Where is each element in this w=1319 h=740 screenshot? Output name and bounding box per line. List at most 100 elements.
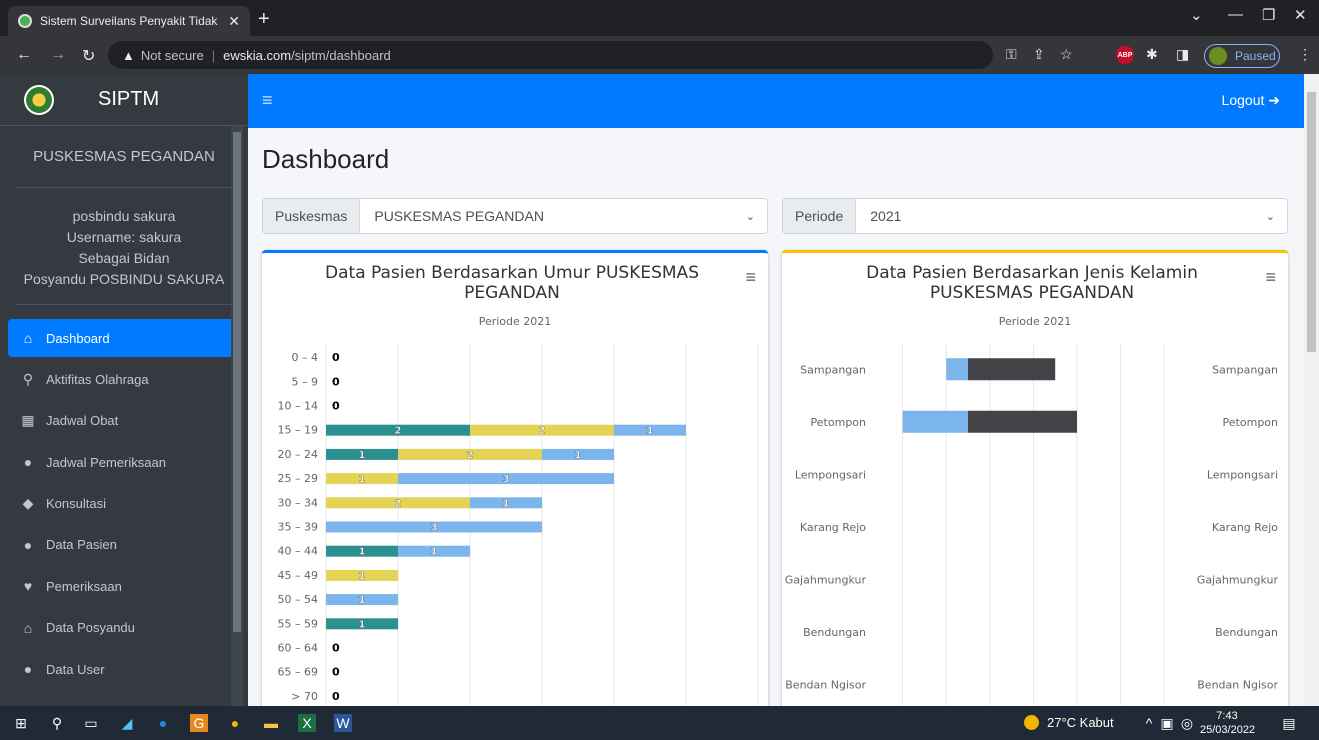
search-icon[interactable]: ⚲ bbox=[48, 714, 66, 732]
security-label: Not secure bbox=[140, 47, 204, 63]
sidebar-user-panel: posbindu sakura Username: sakura Sebagai… bbox=[16, 188, 232, 305]
data-label: 3 bbox=[431, 523, 438, 534]
data-label: 0 bbox=[332, 400, 340, 413]
key-icon[interactable]: ⚿ bbox=[1006, 46, 1017, 63]
y-tick-label-left: Petompon bbox=[811, 416, 866, 429]
tab-close-icon[interactable]: ✕ bbox=[228, 13, 240, 30]
notification-icon[interactable]: ▤ bbox=[1280, 714, 1298, 732]
user-posyandu: Posyandu POSBINDU SAKURA bbox=[23, 271, 225, 287]
share-icon[interactable]: ⇪ bbox=[1033, 46, 1045, 63]
network-icon[interactable]: ▣ bbox=[1158, 714, 1176, 732]
data-label: 2 bbox=[467, 450, 474, 461]
profile-status: Paused bbox=[1235, 49, 1276, 63]
browser-tab-strip: Sistem Surveilans Penyakit Tidak ✕ + ⌄ —… bbox=[0, 0, 1319, 36]
sidebar-menu: ⌂ Dashboard ⚲ Aktifitas Olahraga ▦ Jadwal Oba… bbox=[0, 305, 248, 688]
age-chart-card: Data Pasien Berdasarkan Umur PUSKESMAS P… bbox=[262, 250, 768, 710]
weather-widget[interactable]: 27°C Kabut bbox=[1024, 715, 1114, 730]
clock[interactable]: 7:43 25/03/2022 bbox=[1200, 709, 1255, 737]
page-scrollbar[interactable] bbox=[1304, 74, 1319, 706]
page-scrollbar-thumb[interactable] bbox=[1307, 92, 1316, 352]
browser-tab[interactable]: Sistem Surveilans Penyakit Tidak ✕ bbox=[8, 6, 250, 36]
data-label: 1 bbox=[359, 571, 366, 582]
sidebar-item-jadwal-obat[interactable]: ▦ Jadwal Obat bbox=[8, 402, 240, 440]
edge-icon[interactable]: ● bbox=[154, 714, 172, 732]
app-icon[interactable]: ◢ bbox=[118, 714, 136, 732]
y-tick-label-right: Bendan Ngisor bbox=[1197, 678, 1278, 691]
reload-icon[interactable]: ↻ bbox=[82, 46, 95, 66]
side-panel-icon[interactable]: ◨ bbox=[1176, 46, 1189, 63]
user-icon: ● bbox=[23, 661, 33, 678]
sidebar-item-jadwal-pemeriksaan[interactable]: ● Jadwal Pemeriksaan bbox=[8, 443, 240, 481]
data-label: 1 bbox=[503, 498, 510, 509]
gender-chart-card: Data Pasien Berdasarkan Jenis Kelamin PU… bbox=[782, 250, 1288, 710]
data-label: 1 bbox=[359, 450, 366, 461]
data-label: 2 bbox=[395, 426, 402, 437]
logout-button[interactable]: Logout ➜ bbox=[1222, 92, 1280, 109]
word-icon[interactable]: W bbox=[334, 714, 352, 732]
tab-search-icon[interactable]: ⌄ bbox=[1190, 6, 1203, 24]
data-label: 0 bbox=[332, 642, 340, 655]
gender-bar bbox=[946, 358, 968, 381]
chevron-up-icon[interactable]: ^ bbox=[1140, 714, 1158, 732]
omnibox-separator: | bbox=[211, 47, 216, 63]
sidebar-item-konsultasi[interactable]: ◆ Konsultasi bbox=[8, 485, 240, 523]
minimize-icon[interactable]: — bbox=[1228, 6, 1243, 23]
volume-icon[interactable]: ◎ bbox=[1178, 714, 1196, 732]
back-icon[interactable]: ← bbox=[16, 46, 32, 64]
extensions-icon[interactable]: ✱ bbox=[1146, 46, 1158, 63]
puskesmas-label: Puskesmas bbox=[263, 199, 361, 233]
forward-icon[interactable]: → bbox=[50, 46, 66, 64]
data-label: 1 bbox=[359, 547, 366, 558]
address-bar[interactable]: ▲ Not secure | ewskia.com /siptm/dashboa… bbox=[108, 41, 993, 69]
chrome-icon[interactable]: ● bbox=[226, 714, 244, 732]
house-icon: ⌂ bbox=[23, 619, 33, 636]
star-icon[interactable]: ☆ bbox=[1060, 46, 1073, 63]
sidebar-item-pemeriksaan[interactable]: ♥ Pemeriksaan bbox=[8, 567, 240, 605]
app-icon[interactable]: G bbox=[190, 714, 208, 732]
clock-time: 7:43 bbox=[1216, 710, 1238, 722]
excel-icon[interactable]: X bbox=[298, 714, 316, 732]
sidebar-item-label: Data Pasien bbox=[46, 537, 117, 553]
user-username: Username: sakura bbox=[66, 229, 182, 245]
hamburger-menu-icon[interactable]: ≡ bbox=[262, 90, 273, 111]
sidebar-item-data-pasien[interactable]: ● Data Pasien bbox=[8, 526, 240, 564]
sidebar-item-aktifitas-olahraga[interactable]: ⚲ Aktifitas Olahraga bbox=[8, 360, 240, 398]
chevron-down-icon: ⌄ bbox=[1265, 210, 1275, 223]
periode-select[interactable]: Periode 2021 ⌄ bbox=[782, 198, 1288, 234]
sidebar-item-data-user[interactable]: ● Data User bbox=[8, 650, 240, 688]
sidebar-puskesmas: PUSKESMAS PEGANDAN bbox=[16, 126, 232, 188]
puskesmas-select[interactable]: Puskesmas PUSKESMAS PEGANDAN ⌄ bbox=[262, 198, 768, 234]
y-tick-label-left: Lempongsari bbox=[795, 468, 866, 481]
browser-menu-icon[interactable]: ⋮ bbox=[1298, 46, 1312, 63]
bicycle-icon: ⚲ bbox=[22, 370, 34, 387]
gender-bar bbox=[968, 358, 1056, 381]
profile-button[interactable]: Paused bbox=[1204, 44, 1280, 68]
sidebar-scrollbar-thumb[interactable] bbox=[233, 132, 241, 632]
y-tick-label: 20 – 24 bbox=[278, 448, 319, 461]
adblock-icon[interactable]: ABP bbox=[1116, 46, 1134, 64]
y-tick-label-right: Petompon bbox=[1223, 416, 1278, 429]
periode-value: 2021 bbox=[870, 208, 902, 224]
logo-icon bbox=[24, 84, 54, 115]
warning-icon: ▲ bbox=[122, 47, 135, 63]
data-label: 0 bbox=[332, 666, 340, 679]
file-explorer-icon[interactable]: ▬ bbox=[262, 714, 280, 732]
close-window-icon[interactable]: ✕ bbox=[1294, 6, 1307, 24]
user-role: Sebagai Bidan bbox=[78, 250, 170, 266]
data-label: 2 bbox=[539, 426, 546, 437]
sidebar-scrollbar[interactable] bbox=[231, 126, 243, 706]
data-label: 2 bbox=[395, 498, 402, 509]
windows-taskbar: ⊞ ⚲ ▭ ◢ ● G ● ▬ X W 27°C Kabut ^ ▣ ◎ 7:4… bbox=[0, 706, 1319, 740]
restore-icon[interactable]: ❐ bbox=[1262, 6, 1275, 24]
brand-link[interactable]: SIPTM bbox=[0, 74, 248, 126]
sign-out-icon: ➜ bbox=[1268, 92, 1280, 108]
new-tab-button[interactable]: + bbox=[258, 8, 270, 31]
task-view-icon[interactable]: ▭ bbox=[82, 714, 100, 732]
sidebar-item-dashboard[interactable]: ⌂ Dashboard bbox=[8, 319, 240, 357]
sidebar-item-label: Data User bbox=[46, 661, 105, 677]
heartbeat-icon: ♥ bbox=[23, 578, 33, 595]
windows-start-icon[interactable]: ⊞ bbox=[12, 714, 30, 732]
y-tick-label-left: Sampangan bbox=[800, 363, 866, 376]
sidebar-item-data-posyandu[interactable]: ⌂ Data Posyandu bbox=[8, 609, 240, 647]
y-tick-label: 15 – 19 bbox=[278, 424, 319, 437]
